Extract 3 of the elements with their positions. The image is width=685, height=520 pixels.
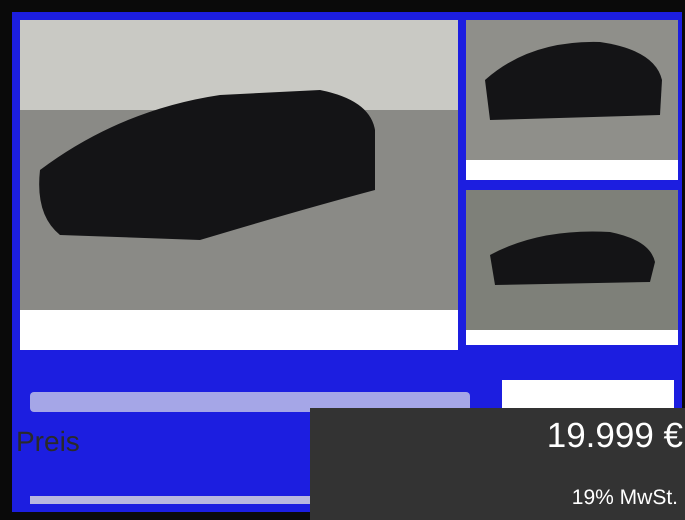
- tax-note: 19% MwSt.: [572, 487, 679, 508]
- price: 19.999 €: [546, 418, 683, 453]
- price-label: Preis: [16, 428, 80, 456]
